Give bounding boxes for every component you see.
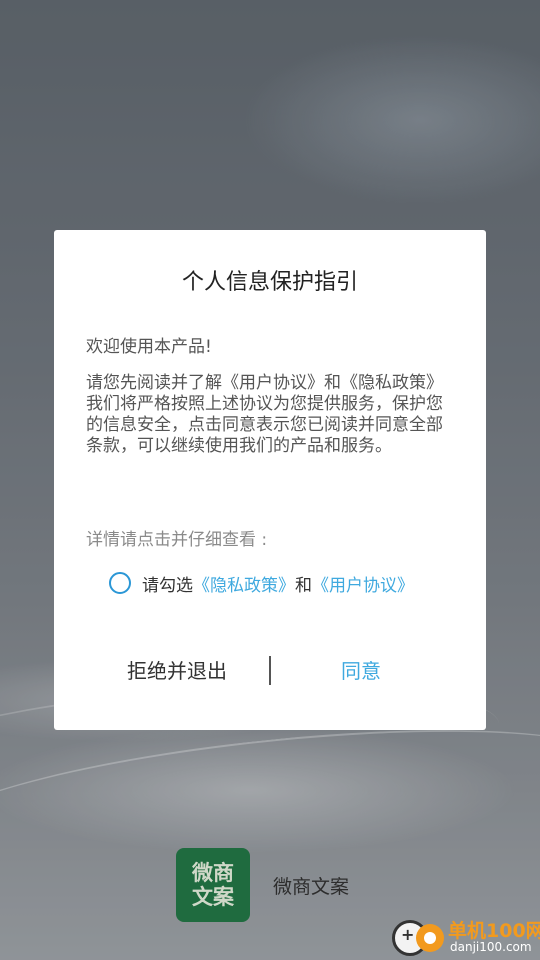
consent-and-text: 和 — [295, 575, 312, 596]
dialog-title: 个人信息保护指引 — [181, 270, 358, 295]
reject-exit-button[interactable]: 拒绝并退出 — [124, 655, 230, 684]
watermark-title: 单机100网 — [448, 920, 540, 942]
app-logo-text-line2: 文案 — [192, 885, 234, 909]
watermark-ring-icon — [416, 924, 444, 952]
privacy-dialog: 个人信息保护指引 欢迎使用本产品! 请您先阅读并了解《用户协议》和《隐私政策》我… — [54, 230, 486, 730]
app-logo-icon: 微商 文案 — [176, 848, 250, 922]
detail-hint: 详情请点击并仔细查看 : — [86, 530, 268, 550]
user-agreement-link[interactable]: 《用户协议》 — [312, 571, 414, 596]
dialog-body-text: 请您先阅读并了解《用户协议》和《隐私政策》我们将严格按照上述协议为您提供服务，保… — [86, 373, 443, 456]
watermark-plus-icon: + — [401, 925, 415, 944]
app-logo-text-line1: 微商 — [192, 861, 234, 885]
app-name: 微商文案 — [273, 876, 350, 898]
privacy-policy-link[interactable]: 《隐私政策》 — [193, 571, 295, 596]
welcome-text: 欢迎使用本产品! — [86, 337, 212, 357]
watermark: + 单机100网 danji100.com — [392, 914, 540, 960]
agree-button[interactable]: 同意 — [341, 655, 381, 684]
consent-prefix: 请勾选 — [142, 575, 193, 596]
watermark-url: danji100.com — [450, 940, 532, 954]
consent-row: 请勾选 《隐私政策》 和 《用户协议》 — [109, 570, 414, 596]
consent-checkbox[interactable] — [109, 572, 131, 594]
button-divider — [269, 656, 271, 685]
